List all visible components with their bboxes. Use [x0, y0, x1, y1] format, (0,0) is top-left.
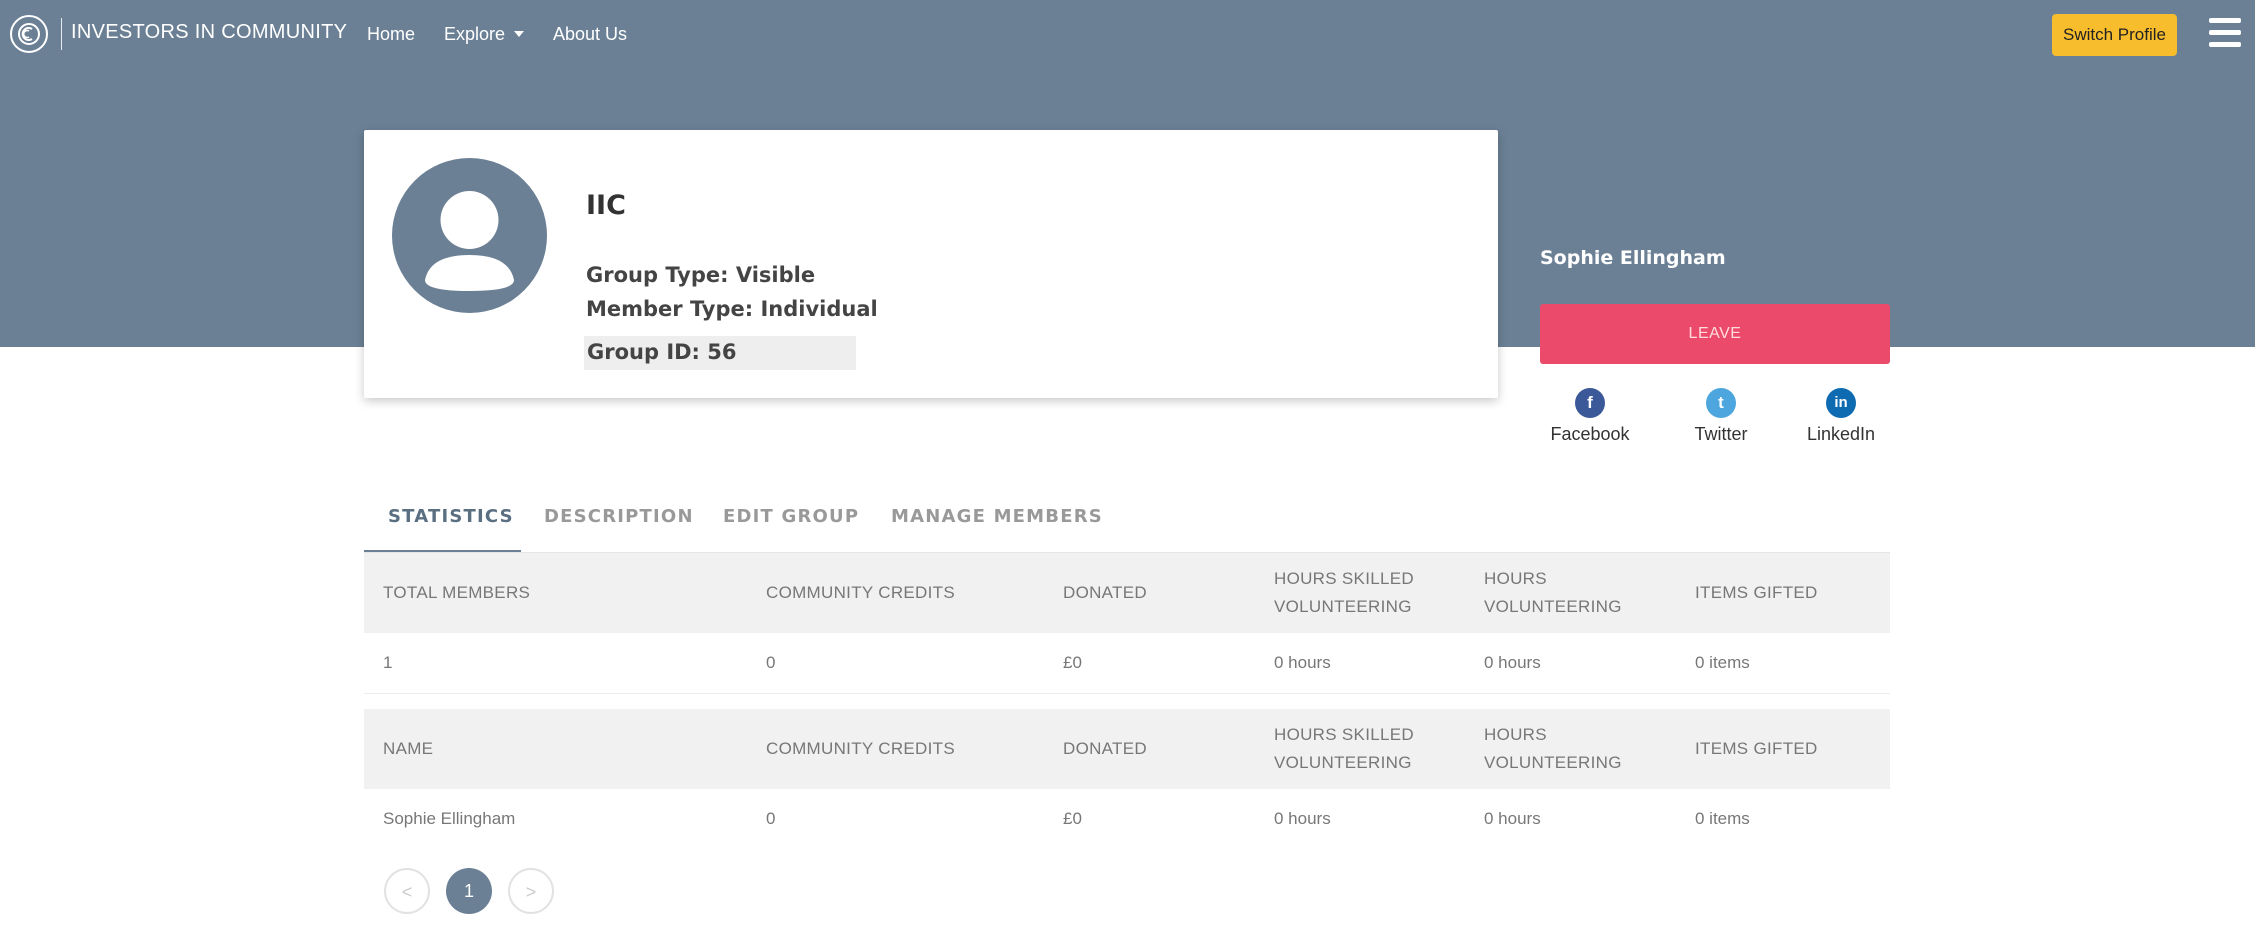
table-cell: 0 hours — [1484, 653, 1541, 672]
column-header: DONATED — [1063, 739, 1147, 758]
nav-explore-label: Explore — [444, 24, 506, 44]
menu-icon[interactable] — [2209, 18, 2241, 48]
column-header: NAME — [383, 739, 434, 758]
pagination-next-button[interactable]: > — [508, 868, 554, 914]
column-header-line: HOURS — [1484, 725, 1547, 744]
active-tab-indicator — [364, 550, 521, 552]
table-header: NAME COMMUNITY CREDITS DONATED HOURS SKI… — [364, 709, 1890, 789]
twitter-label: Twitter — [1694, 424, 1748, 444]
table-cell: £0 — [1063, 809, 1082, 828]
column-header-line: VOLUNTEERING — [1274, 753, 1412, 772]
table-cell: £0 — [1063, 653, 1082, 672]
column-header-line: VOLUNTEERING — [1274, 597, 1412, 616]
member-type: Member Type: Individual — [586, 297, 878, 321]
avatar — [392, 158, 547, 313]
column-header: COMMUNITY CREDITS — [766, 583, 955, 602]
group-id-box: Group ID: 56 — [584, 336, 856, 370]
logo-icon[interactable] — [10, 15, 48, 53]
facebook-label: Facebook — [1550, 424, 1630, 444]
linkedin-label: LinkedIn — [1806, 424, 1876, 444]
column-header-line: HOURS — [1484, 569, 1547, 588]
twitter-icon: t — [1706, 388, 1736, 418]
tab-manage-members[interactable]: MANAGE MEMBERS — [891, 506, 1103, 527]
pagination-page-1[interactable]: 1 — [446, 868, 492, 914]
column-header: HOURS SKILLED VOLUNTEERING — [1274, 565, 1414, 621]
column-header: ITEMS GIFTED — [1695, 583, 1818, 602]
share-twitter[interactable]: t Twitter — [1681, 388, 1761, 445]
column-header-line: VOLUNTEERING — [1484, 753, 1622, 772]
tab-statistics[interactable]: STATISTICS — [388, 506, 514, 527]
table-row: Sophie Ellingham 0 £0 0 hours 0 hours 0 … — [364, 789, 1890, 849]
table-header: TOTAL MEMBERS COMMUNITY CREDITS DONATED … — [364, 553, 1890, 633]
member-name[interactable]: Sophie Ellingham — [383, 805, 515, 833]
linkedin-icon: in — [1826, 388, 1856, 418]
column-header: ITEMS GIFTED — [1695, 739, 1818, 758]
nav-home[interactable]: Home — [367, 24, 415, 45]
table-cell: 0 hours — [1274, 809, 1331, 828]
brand-name[interactable]: INVESTORS IN COMMUNITY — [71, 21, 347, 44]
pagination-prev-button[interactable]: < — [384, 868, 430, 914]
top-navigation: INVESTORS IN COMMUNITY Home Explore Abou… — [0, 0, 2255, 68]
switch-profile-button[interactable]: Switch Profile — [2052, 14, 2177, 56]
logo-divider — [61, 18, 62, 50]
share-linkedin[interactable]: in LinkedIn — [1801, 388, 1881, 445]
column-header: DONATED — [1063, 583, 1147, 602]
column-header: HOURS SKILLED VOLUNTEERING — [1274, 721, 1414, 777]
column-header: TOTAL MEMBERS — [383, 583, 531, 602]
table-cell: 0 — [766, 653, 776, 672]
group-profile-card: IIC Group Type: Visible Member Type: Ind… — [364, 130, 1498, 398]
tab-description[interactable]: DESCRIPTION — [544, 506, 694, 527]
leave-button[interactable]: LEAVE — [1540, 304, 1890, 364]
owner-name: Sophie Ellingham — [1540, 247, 1726, 269]
nav-explore[interactable]: Explore — [444, 24, 525, 45]
group-id: Group ID: 56 — [587, 340, 737, 364]
facebook-icon: f — [1575, 388, 1605, 418]
column-header: HOURS VOLUNTEERING — [1484, 721, 1622, 777]
group-name: IIC — [586, 190, 626, 221]
column-header-line: VOLUNTEERING — [1484, 597, 1622, 616]
column-header-line: HOURS SKILLED — [1274, 569, 1414, 588]
table-cell: 0 items — [1695, 653, 1750, 672]
chevron-down-icon — [514, 31, 525, 37]
table-cell: 0 items — [1695, 809, 1750, 828]
nav-about-us[interactable]: About Us — [553, 24, 627, 45]
column-header: HOURS VOLUNTEERING — [1484, 565, 1622, 621]
table-cell: 0 hours — [1274, 653, 1331, 672]
table-cell: 1 — [383, 653, 393, 672]
table-cell: 0 — [766, 809, 776, 828]
table-row: 1 0 £0 0 hours 0 hours 0 items — [364, 633, 1890, 694]
tab-bar: STATISTICS DESCRIPTION EDIT GROUP MANAGE… — [364, 490, 1890, 553]
column-header-line: HOURS SKILLED — [1274, 725, 1414, 744]
column-header: COMMUNITY CREDITS — [766, 739, 955, 758]
group-type: Group Type: Visible — [586, 263, 816, 287]
share-facebook[interactable]: f Facebook — [1550, 388, 1630, 445]
table-cell: 0 hours — [1484, 809, 1541, 828]
tab-edit-group[interactable]: EDIT GROUP — [723, 506, 859, 527]
